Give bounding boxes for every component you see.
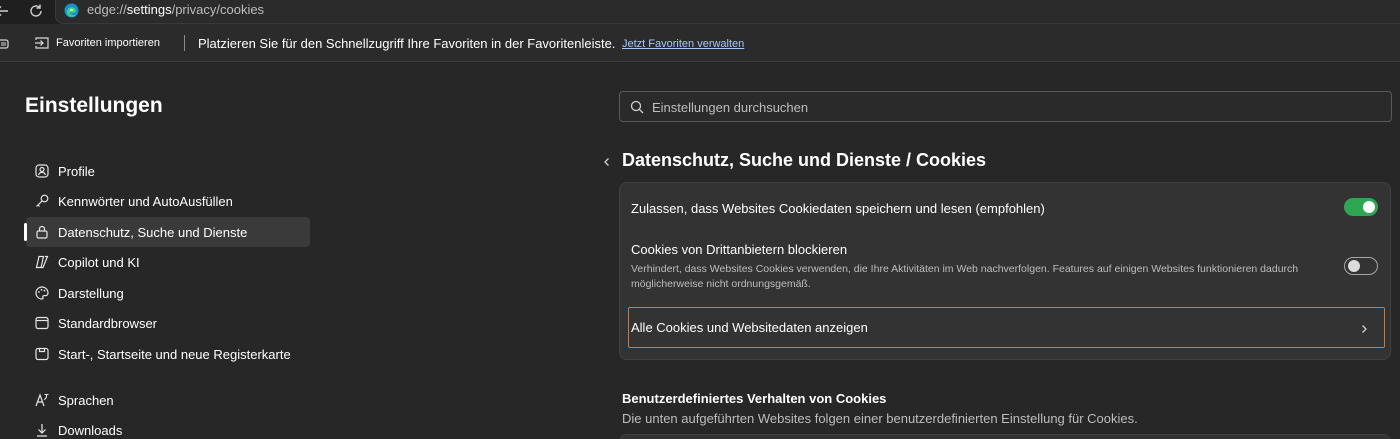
sidebar-item-copilot[interactable]: Copilot und KI — [26, 247, 310, 277]
settings-title: Einstellungen — [25, 94, 163, 117]
toggle-knob — [1363, 201, 1375, 213]
page-title: Datenschutz, Suche und Dienste / Cookies — [622, 150, 987, 170]
sidebar-item-label: Copilot und KI — [58, 255, 140, 270]
favorites-bar: Favoriten importieren Platzieren Sie für… — [0, 24, 1400, 62]
sidebar-item-label: Start-, Startseite und neue Registerkart… — [58, 347, 291, 362]
sidebar-item-appearance[interactable]: Darstellung — [26, 278, 310, 308]
block-third-party-toggle[interactable] — [1344, 257, 1378, 275]
language-icon — [34, 392, 50, 408]
search-input[interactable] — [652, 97, 1372, 117]
block-third-party-description: Verhindert, dass Websites Cookies verwen… — [631, 263, 1299, 290]
sidebar-item-label: Profile — [58, 164, 95, 179]
omnibox[interactable]: edge://settings/privacy/cookies — [55, 0, 1400, 24]
edge-logo-icon — [64, 3, 79, 18]
manage-favorites-link[interactable]: Jetzt Favoriten verwalten — [622, 38, 744, 50]
custom-cookies-card — [619, 434, 1391, 439]
search-icon — [630, 100, 644, 114]
profile-icon — [34, 163, 50, 179]
sidebar-item-label: Sprachen — [58, 393, 114, 408]
copilot-icon — [34, 254, 50, 270]
import-favorites-label: Favoriten importieren — [56, 37, 160, 49]
cookies-settings-card: Zulassen, dass Websites Cookiedaten spei… — [619, 182, 1391, 360]
sidebar-item-label: Darstellung — [58, 286, 124, 301]
sidebar-item-passwords[interactable]: Kennwörter und AutoAusfüllen — [26, 186, 310, 216]
back-arrow-icon[interactable] — [0, 3, 10, 19]
block-third-party-label: Cookies von Drittanbietern blockieren — [631, 242, 848, 257]
sidebar-item-profile[interactable]: Profile — [26, 156, 310, 186]
custom-cookies-section-title: Benutzerdefiniertes Verhalten von Cookie… — [622, 391, 887, 406]
sidebar-item-label: Downloads — [58, 423, 123, 438]
active-indicator — [24, 223, 27, 241]
home-page-icon — [34, 346, 50, 362]
settings-search-box[interactable] — [619, 91, 1392, 122]
sidebar-item-languages[interactable]: Sprachen — [26, 385, 310, 415]
sidebar-item-label: Kennwörter und AutoAusfüllen — [58, 194, 233, 209]
palette-icon — [34, 285, 50, 301]
import-favorites-icon — [34, 35, 50, 51]
chevron-right-icon — [1358, 322, 1370, 334]
chevron-left-icon[interactable] — [601, 155, 613, 167]
favorites-bar-message: Platzieren Sie für den Schnellzugriff Ih… — [198, 36, 616, 51]
browser-icon — [34, 315, 50, 331]
allow-cookies-label: Zulassen, dass Websites Cookiedaten spei… — [631, 201, 1045, 216]
sidebar-item-default-browser[interactable]: Standardbrowser — [26, 308, 310, 338]
sidebar-item-downloads[interactable]: Downloads — [26, 415, 310, 439]
view-all-cookies-row[interactable]: Alle Cookies und Websitedaten anzeigen — [628, 307, 1385, 348]
sidebar-item-label: Datenschutz, Suche und Dienste — [58, 225, 248, 240]
custom-cookies-section-description: Die unten aufgeführten Websites folgen e… — [622, 411, 1138, 426]
allow-cookies-toggle[interactable] — [1344, 198, 1378, 216]
address-bar-strip: edge://settings/privacy/cookies — [0, 0, 1400, 24]
view-all-cookies-label: Alle Cookies und Websitedaten anzeigen — [631, 320, 868, 335]
reload-icon[interactable] — [27, 2, 45, 20]
lock-icon — [34, 224, 50, 240]
url-text[interactable]: edge://settings/privacy/cookies — [87, 2, 264, 17]
import-favorites-button[interactable]: Favoriten importieren — [34, 35, 160, 51]
download-icon — [34, 422, 50, 438]
sidebar-item-privacy[interactable]: Datenschutz, Suche und Dienste — [24, 217, 310, 247]
sidebar-item-label: Standardbrowser — [58, 316, 157, 331]
favorites-divider — [184, 35, 185, 51]
toggle-knob — [1348, 260, 1360, 272]
key-icon — [34, 193, 50, 209]
sidebar-item-new-tab[interactable]: Start-, Startseite und neue Registerkart… — [26, 339, 310, 369]
collapse-sidebar-icon[interactable] — [0, 37, 9, 49]
